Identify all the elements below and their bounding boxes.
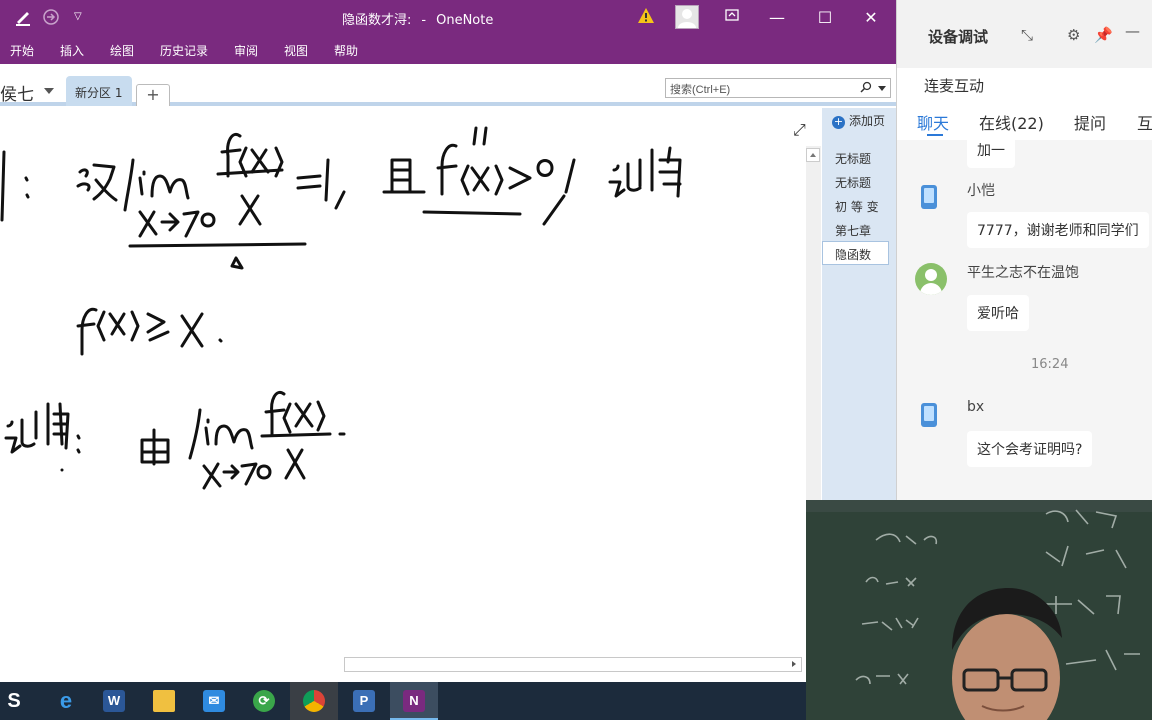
mobile-device-icon <box>921 403 937 427</box>
camera-image <box>806 500 1152 720</box>
page-item[interactable]: 无标题 <box>835 174 871 191</box>
minimize-button[interactable]: — <box>765 6 789 30</box>
horizontal-scrollbar[interactable] <box>344 657 802 672</box>
pen-icon[interactable] <box>14 8 32 28</box>
windows-logo-icon: S <box>7 690 21 712</box>
tab-draw[interactable]: 绘图 <box>110 42 134 59</box>
chat-title: 设备调试 <box>928 28 989 46</box>
taskbar-chrome[interactable] <box>290 682 338 720</box>
taskbar-file-explorer[interactable] <box>140 682 188 720</box>
pin-icon[interactable]: 📌 <box>1094 26 1113 44</box>
window-title: 隐函数才浔: - OneNote <box>342 13 494 28</box>
avatar <box>915 263 947 295</box>
search-placeholder: 搜索(Ctrl+E) <box>670 84 731 96</box>
message-bubble: 这个会考证明吗? <box>967 431 1093 467</box>
close-button[interactable]: ✕ <box>859 6 883 30</box>
minimize-panel-icon[interactable]: — <box>1125 22 1140 40</box>
chrome-icon <box>303 690 325 712</box>
message-user: 小恺 <box>967 183 995 199</box>
app-name: OneNote <box>436 13 494 28</box>
notebook-name[interactable]: 侯七 <box>0 80 34 105</box>
warning-icon[interactable] <box>637 7 655 25</box>
search-icon[interactable] <box>860 81 872 96</box>
add-icon: + <box>832 115 845 129</box>
search-input[interactable]: 搜索(Ctrl+E) <box>665 78 891 98</box>
co-mic-label[interactable]: 连麦互动 <box>924 75 984 96</box>
mobile-device-icon <box>921 185 937 209</box>
note-canvas[interactable] <box>0 110 806 658</box>
message-user: bx <box>967 399 985 415</box>
ribbon-tabs: 开始 插入 绘图 历史记录 审阅 视图 帮助 <box>0 36 896 64</box>
teacher-camera-feed <box>806 500 1152 720</box>
add-page-button[interactable]: + 添加页 <box>832 112 885 129</box>
page-item-selected[interactable]: 隐函数 <box>822 241 889 265</box>
scroll-right-icon[interactable] <box>787 658 801 671</box>
onenote-icon: N <box>403 690 425 712</box>
gear-icon[interactable]: ⚙ <box>1067 26 1080 44</box>
message-bubble: 爱听哈 <box>967 295 1029 331</box>
folder-icon <box>153 690 175 712</box>
chevron-down-icon[interactable] <box>44 88 54 94</box>
green-app-icon: ⟳ <box>253 690 275 712</box>
tab-history[interactable]: 历史记录 <box>160 42 208 59</box>
taskbar-green-app[interactable]: ⟳ <box>240 682 288 720</box>
message-bubble: 加一 <box>967 132 1015 168</box>
page-item[interactable]: 初 等 变 <box>835 198 879 215</box>
page-item[interactable]: 无标题 <box>835 150 871 167</box>
p-app-icon: P <box>353 690 375 712</box>
active-tab-indicator <box>927 134 943 136</box>
word-icon: W <box>103 690 125 712</box>
tab-chat[interactable]: 聊天 <box>917 110 949 134</box>
tab-view[interactable]: 视图 <box>284 42 308 59</box>
chat-header: 设备调试 ⤡ ⚙ 📌 — <box>897 0 1152 68</box>
tab-review[interactable]: 审阅 <box>234 42 258 59</box>
taskbar-edge[interactable]: e <box>42 682 90 720</box>
title-bar: ▽ 隐函数才浔: - OneNote — ☐ ✕ <box>0 0 896 36</box>
windows-taskbar: S e W ✉ ⟳ P N <box>0 682 806 720</box>
tab-home[interactable]: 开始 <box>10 42 34 59</box>
section-bar: 侯七 新分区 1 + 搜索(Ctrl+E) <box>0 64 896 106</box>
tab-online[interactable]: 在线(22) <box>979 110 1044 134</box>
message-user: 平生之志不在温饱 <box>967 265 1079 281</box>
add-page-label: 添加页 <box>849 114 886 128</box>
onenote-window: ▽ 隐函数才浔: - OneNote — ☐ ✕ 开始 插入 绘图 历史记录 审阅 … <box>0 0 896 682</box>
mail-icon: ✉ <box>203 690 225 712</box>
tab-questions[interactable]: 提问 <box>1074 110 1106 134</box>
start-button[interactable]: S <box>0 682 38 720</box>
taskbar-mail[interactable]: ✉ <box>190 682 238 720</box>
redo-icon[interactable] <box>42 8 60 28</box>
shrink-icon[interactable]: ⤡ <box>1021 26 1033 44</box>
user-avatar-icon[interactable] <box>675 5 699 29</box>
message-time: 16:24 <box>1031 357 1069 372</box>
handwriting-ink <box>0 126 682 490</box>
document-title: 隐函数才浔: <box>342 13 412 28</box>
taskbar-word[interactable]: W <box>90 682 138 720</box>
scroll-up-icon[interactable] <box>806 148 820 162</box>
expand-icon[interactable]: ⤢ <box>793 120 806 140</box>
message-list[interactable]: 加一 小恺 7777，谢谢老师和同学们 平生之志不在温饱 爱听哈 16:24 b… <box>897 132 1152 500</box>
add-section-button[interactable]: + <box>136 84 170 106</box>
message-bubble: 7777，谢谢老师和同学们 <box>967 212 1149 248</box>
page-item[interactable]: 第七章 <box>835 222 871 239</box>
taskbar-presentation[interactable]: P <box>340 682 388 720</box>
maximize-button[interactable]: ☐ <box>813 6 837 30</box>
search-scope-icon[interactable] <box>878 86 886 91</box>
section-tab-active[interactable]: 新分区 1 <box>66 76 132 106</box>
ribbon-display-icon[interactable] <box>720 6 744 30</box>
edge-icon: e <box>59 688 73 713</box>
taskbar-onenote[interactable]: N <box>390 682 438 720</box>
tab-help[interactable]: 帮助 <box>334 42 358 59</box>
live-chat-panel: 设备调试 ⤡ ⚙ 📌 — 连麦互动 聊天 在线(22) 提问 互 加一 小恺 7… <box>896 0 1152 500</box>
tab-interact[interactable]: 互 <box>1137 110 1152 134</box>
tab-insert[interactable]: 插入 <box>60 42 84 59</box>
customize-qat-icon[interactable]: ▽ <box>74 11 82 31</box>
